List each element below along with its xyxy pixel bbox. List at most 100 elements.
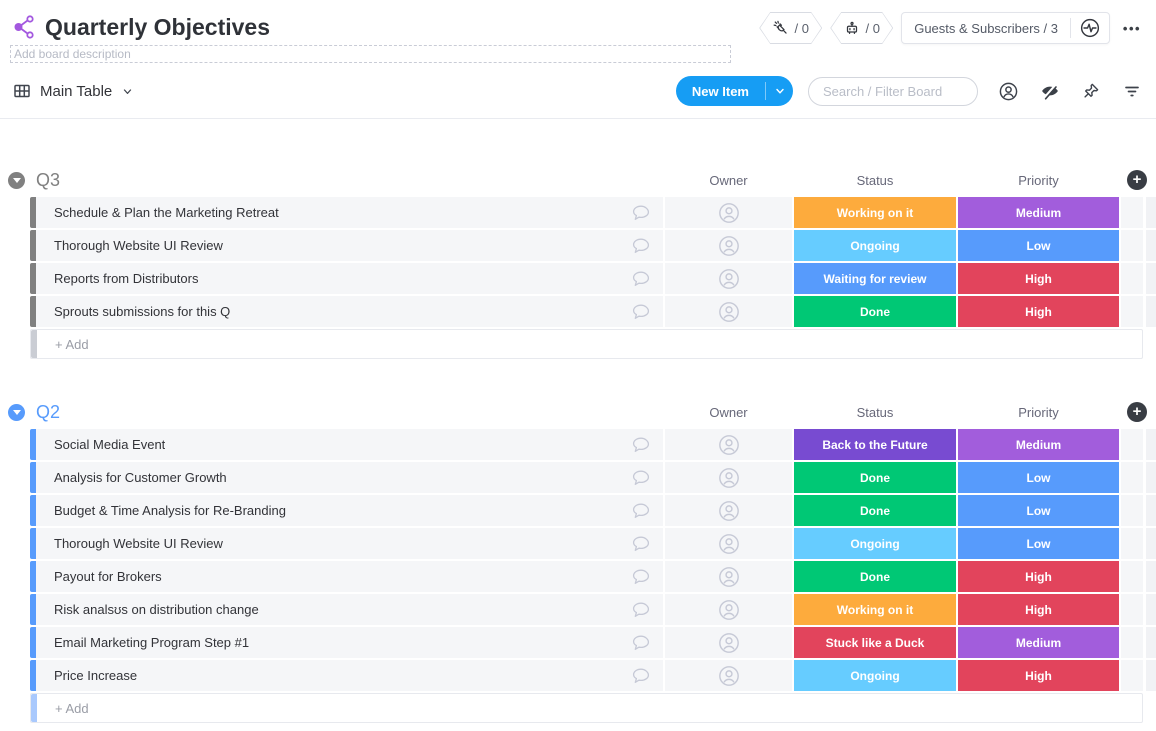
- priority-cell[interactable]: Low: [958, 528, 1119, 559]
- new-item-dropdown-chevron-icon[interactable]: [766, 76, 793, 106]
- group-collapse-button[interactable]: [8, 404, 25, 421]
- integrations-button[interactable]: / 0: [759, 12, 822, 44]
- owner-cell[interactable]: [665, 296, 792, 327]
- owner-cell[interactable]: [665, 197, 792, 228]
- status-cell[interactable]: Stuck like a Duck: [794, 627, 956, 658]
- owner-cell[interactable]: [665, 429, 792, 460]
- priority-cell[interactable]: Low: [958, 230, 1119, 261]
- chat-bubble-icon[interactable]: [630, 599, 652, 621]
- status-cell[interactable]: Done: [794, 296, 956, 327]
- column-header-owner[interactable]: Owner: [665, 163, 792, 197]
- activity-icon[interactable]: [1071, 17, 1109, 39]
- add-item-row[interactable]: + Add: [30, 329, 1143, 359]
- priority-cell[interactable]: High: [958, 263, 1119, 294]
- search-input[interactable]: [808, 77, 978, 106]
- status-cell[interactable]: Done: [794, 462, 956, 493]
- item-name-cell[interactable]: Thorough Website UI Review: [36, 528, 663, 559]
- priority-cell[interactable]: Medium: [958, 197, 1119, 228]
- tab-main-table[interactable]: Main Table: [12, 81, 135, 101]
- item-name-cell[interactable]: Sprouts submissions for this Q: [36, 296, 663, 327]
- group-title[interactable]: Q3: [36, 170, 60, 191]
- item-name: Sprouts submissions for this Q: [54, 304, 230, 319]
- owner-cell[interactable]: [665, 561, 792, 592]
- priority-cell[interactable]: Medium: [958, 429, 1119, 460]
- add-column-button[interactable]: +: [1127, 170, 1147, 190]
- status-cell[interactable]: Working on it: [794, 197, 956, 228]
- owner-cell[interactable]: [665, 462, 792, 493]
- owner-cell[interactable]: [665, 263, 792, 294]
- item-name-cell[interactable]: Email Marketing Program Step #1: [36, 627, 663, 658]
- group-title[interactable]: Q2: [36, 402, 60, 423]
- item-name-cell[interactable]: Social Media Event: [36, 429, 663, 460]
- item-name-cell[interactable]: Analysis for Customer Growth: [36, 462, 663, 493]
- owner-cell[interactable]: [665, 627, 792, 658]
- status-cell[interactable]: Back to the Future: [794, 429, 956, 460]
- board-description-placeholder[interactable]: Add board description: [10, 45, 731, 63]
- item-name-cell[interactable]: Schedule & Plan the Marketing Retreat: [36, 197, 663, 228]
- owner-cell[interactable]: [665, 660, 792, 691]
- item-name-cell[interactable]: Budget & Time Analysis for Re-Branding: [36, 495, 663, 526]
- more-options-button[interactable]: •••: [1118, 21, 1146, 36]
- chat-bubble-icon[interactable]: [630, 467, 652, 489]
- group-header: Q2 Owner Status Priority +: [0, 395, 1156, 429]
- owner-cell[interactable]: [665, 594, 792, 625]
- priority-cell[interactable]: High: [958, 594, 1119, 625]
- group-collapse-button[interactable]: [8, 172, 25, 189]
- owner-cell[interactable]: [665, 230, 792, 261]
- item-name-cell[interactable]: Thorough Website UI Review: [36, 230, 663, 261]
- status-cell[interactable]: Ongoing: [794, 660, 956, 691]
- status-cell[interactable]: Working on it: [794, 594, 956, 625]
- add-column-button[interactable]: +: [1127, 402, 1147, 422]
- column-header-priority[interactable]: Priority: [958, 395, 1119, 429]
- new-item-label[interactable]: New Item: [676, 76, 765, 106]
- chat-bubble-icon[interactable]: [630, 566, 652, 588]
- priority-cell[interactable]: High: [958, 561, 1119, 592]
- chat-bubble-icon[interactable]: [630, 235, 652, 257]
- chat-bubble-icon[interactable]: [630, 202, 652, 224]
- status-cell[interactable]: Done: [794, 561, 956, 592]
- chat-bubble-icon[interactable]: [630, 665, 652, 687]
- priority-label: High: [1025, 570, 1052, 584]
- column-header-status[interactable]: Status: [794, 163, 956, 197]
- chat-bubble-icon[interactable]: [630, 434, 652, 456]
- chat-bubble-icon[interactable]: [630, 500, 652, 522]
- column-header-status[interactable]: Status: [794, 395, 956, 429]
- chat-bubble-icon[interactable]: [630, 533, 652, 555]
- table-row: Payout for Brokers Done High: [30, 561, 1156, 592]
- item-name-cell[interactable]: Reports from Distributors: [36, 263, 663, 294]
- priority-cell[interactable]: Medium: [958, 627, 1119, 658]
- owner-cell[interactable]: [665, 495, 792, 526]
- priority-label: High: [1025, 272, 1052, 286]
- filler-cell: [1121, 495, 1143, 526]
- item-name-cell[interactable]: Price Increase: [36, 660, 663, 691]
- status-cell[interactable]: Waiting for review: [794, 263, 956, 294]
- column-header-priority[interactable]: Priority: [958, 163, 1119, 197]
- table-row: Budget & Time Analysis for Re-Branding D…: [30, 495, 1156, 526]
- hidden-eye-icon[interactable]: [1040, 81, 1060, 101]
- chat-bubble-icon[interactable]: [630, 268, 652, 290]
- chat-bubble-icon[interactable]: [630, 301, 652, 323]
- avatar-icon: [717, 234, 741, 258]
- status-cell[interactable]: Ongoing: [794, 528, 956, 559]
- guests-subscribers-button[interactable]: Guests & Subscribers / 3: [901, 12, 1110, 44]
- priority-cell[interactable]: Low: [958, 495, 1119, 526]
- automations-button[interactable]: / 0: [830, 12, 893, 44]
- filler-cell: [1121, 594, 1143, 625]
- priority-cell[interactable]: Low: [958, 462, 1119, 493]
- owner-cell[interactable]: [665, 528, 792, 559]
- new-item-button[interactable]: New Item: [676, 76, 793, 106]
- pin-icon[interactable]: [1081, 81, 1101, 101]
- person-icon[interactable]: [998, 81, 1019, 102]
- status-cell[interactable]: Done: [794, 495, 956, 526]
- filter-icon[interactable]: [1122, 81, 1142, 101]
- chevron-down-icon[interactable]: [120, 84, 135, 99]
- priority-cell[interactable]: High: [958, 660, 1119, 691]
- status-cell[interactable]: Ongoing: [794, 230, 956, 261]
- chat-bubble-icon[interactable]: [630, 632, 652, 654]
- priority-cell[interactable]: High: [958, 296, 1119, 327]
- add-item-row[interactable]: + Add: [30, 693, 1143, 723]
- column-header-owner[interactable]: Owner: [665, 395, 792, 429]
- item-name-cell[interactable]: Payout for Brokers: [36, 561, 663, 592]
- board-title[interactable]: Quarterly Objectives: [45, 12, 270, 42]
- item-name-cell[interactable]: Risk analsʊs on distribution change: [36, 594, 663, 625]
